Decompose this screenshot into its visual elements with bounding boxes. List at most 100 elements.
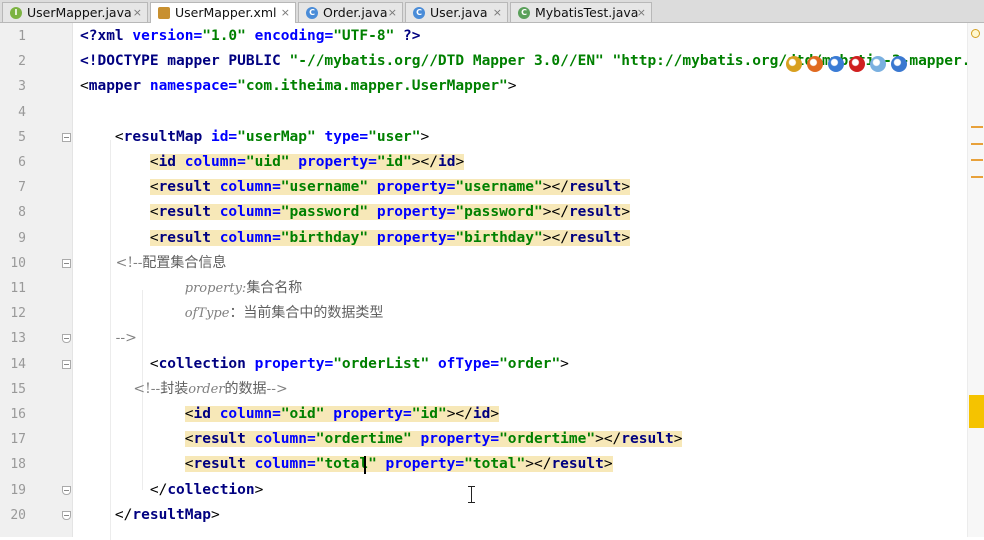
fold-toggle-icon[interactable] <box>62 132 71 142</box>
editor-scrollbar[interactable] <box>967 23 984 537</box>
code-token: "id" <box>376 154 412 170</box>
opera-icon[interactable] <box>849 56 865 72</box>
code-token: type= <box>315 128 369 145</box>
tab-order-java[interactable]: C Order.java × <box>298 2 403 22</box>
code-line[interactable]: <?xml version="1.0" encoding="UTF-8" ?> <box>80 24 421 49</box>
safari-icon[interactable] <box>828 56 844 72</box>
firefox-icon[interactable] <box>807 56 823 72</box>
code-token: ofType <box>184 306 230 322</box>
test-class-icon: C <box>518 7 530 19</box>
code-token: mapper <box>88 78 150 95</box>
code-token: collection <box>158 355 255 372</box>
code-token: ></ <box>542 229 569 246</box>
code-token: "uid" <box>245 154 290 170</box>
code-token: < <box>149 154 159 170</box>
code-token: "total" <box>464 456 526 473</box>
code-token: id <box>193 406 220 422</box>
xml-file-icon <box>158 7 170 19</box>
line-number: 3 <box>18 79 26 95</box>
code-token: 集合名称 <box>246 280 303 296</box>
line-number: 4 <box>18 104 26 120</box>
code-token: result <box>568 229 622 246</box>
code-token: "id" <box>411 406 447 422</box>
line-number: 14 <box>10 356 26 372</box>
tab-user-java[interactable]: C User.java × <box>405 2 508 22</box>
code-line[interactable]: </resultMap> <box>80 503 220 528</box>
code-token: property= <box>368 204 456 221</box>
chrome-icon[interactable] <box>786 56 802 72</box>
line-number: 2 <box>18 54 26 70</box>
code-token: ofType= <box>429 355 500 372</box>
code-token: order <box>188 381 225 397</box>
fold-toggle-icon[interactable] <box>62 510 71 520</box>
code-token: id <box>437 154 456 170</box>
highlighted-tag: <id column="uid" property="id"></id> <box>149 154 465 170</box>
scroll-marker[interactable] <box>971 143 983 145</box>
scroll-marker[interactable] <box>971 126 983 128</box>
code-token: "password" <box>455 204 543 221</box>
close-icon[interactable]: × <box>493 3 502 22</box>
edge-icon[interactable] <box>891 56 907 72</box>
close-icon[interactable]: × <box>388 3 397 22</box>
tab-mybatistest-java[interactable]: C MybatisTest.java × <box>510 2 652 22</box>
code-editor[interactable]: <?xml version="1.0" encoding="UTF-8" ?> <… <box>73 23 984 540</box>
close-icon[interactable]: × <box>637 3 646 22</box>
line-number: 15 <box>10 381 26 397</box>
code-token: result <box>568 179 622 196</box>
fold-toggle-icon[interactable] <box>62 258 71 268</box>
line-number: 8 <box>18 205 26 221</box>
code-line[interactable]: <result column="ordertime" property="ord… <box>80 427 683 452</box>
close-icon[interactable]: × <box>281 3 290 22</box>
code-token: > <box>455 154 465 170</box>
code-token: column= <box>254 456 316 473</box>
tab-usermapper-xml[interactable]: UserMapper.xml × <box>150 2 296 23</box>
fold-toggle-icon[interactable] <box>62 485 71 495</box>
code-line[interactable]: <!--封装order的数据--> <box>80 377 287 402</box>
code-token: "username" <box>280 179 369 196</box>
code-line[interactable]: <!--配置集合信息 <box>80 251 227 276</box>
code-token: > <box>490 406 500 422</box>
code-token: "total" <box>315 456 377 473</box>
code-token: > <box>673 431 683 448</box>
highlighted-tag: <id column="oid" property="id"></id> <box>184 406 500 422</box>
scroll-thumb[interactable] <box>969 395 984 428</box>
code-token: ></ <box>525 456 552 473</box>
code-line[interactable]: <result column="password" property="pass… <box>80 200 631 225</box>
code-line[interactable]: <collection property="orderList" ofType=… <box>80 352 569 377</box>
code-line[interactable]: <id column="oid" property="id"></id> <box>80 402 500 427</box>
code-line[interactable]: <result column="birthday" property="birt… <box>80 226 631 251</box>
code-line[interactable]: <result column="username" property="user… <box>80 175 631 200</box>
code-token: > <box>560 355 569 372</box>
ie-icon[interactable] <box>870 56 886 72</box>
code-token: ></ <box>446 406 473 422</box>
code-line[interactable]: </collection> <box>80 478 264 503</box>
code-token: namespace= <box>149 78 238 95</box>
code-line[interactable]: <resultMap id="userMap" type="user"> <box>80 125 429 150</box>
code-line[interactable]: <result column="total" property="total">… <box>80 452 613 477</box>
inspection-status-icon[interactable] <box>971 29 980 38</box>
fold-toggle-icon[interactable] <box>62 334 71 344</box>
code-line[interactable]: --> <box>80 326 137 351</box>
code-token: > <box>420 128 430 145</box>
scroll-marker[interactable] <box>971 159 983 161</box>
code-token: "password" <box>280 204 369 221</box>
code-token: "oid" <box>280 406 325 422</box>
code-line[interactable]: <id column="uid" property="id"></id> <box>80 150 465 175</box>
fold-toggle-icon[interactable] <box>62 359 71 369</box>
close-icon[interactable]: × <box>133 3 142 22</box>
code-token: "birthday" <box>280 229 369 246</box>
class-icon: C <box>413 7 425 19</box>
code-line[interactable]: property:集合名称 <box>80 276 303 301</box>
tab-label: UserMapper.java <box>27 5 132 20</box>
code-token: "username" <box>455 179 543 196</box>
code-line[interactable]: <mapper namespace="com.itheima.mapper.Us… <box>80 74 517 99</box>
code-line[interactable]: ofType：当前集合中的数据类型 <box>80 301 384 326</box>
code-token: column= <box>219 406 281 422</box>
tab-usermapper-java[interactable]: I UserMapper.java × <box>2 2 148 22</box>
highlighted-tag: <result column="username" property="user… <box>149 179 631 196</box>
scroll-marker[interactable] <box>971 176 983 178</box>
